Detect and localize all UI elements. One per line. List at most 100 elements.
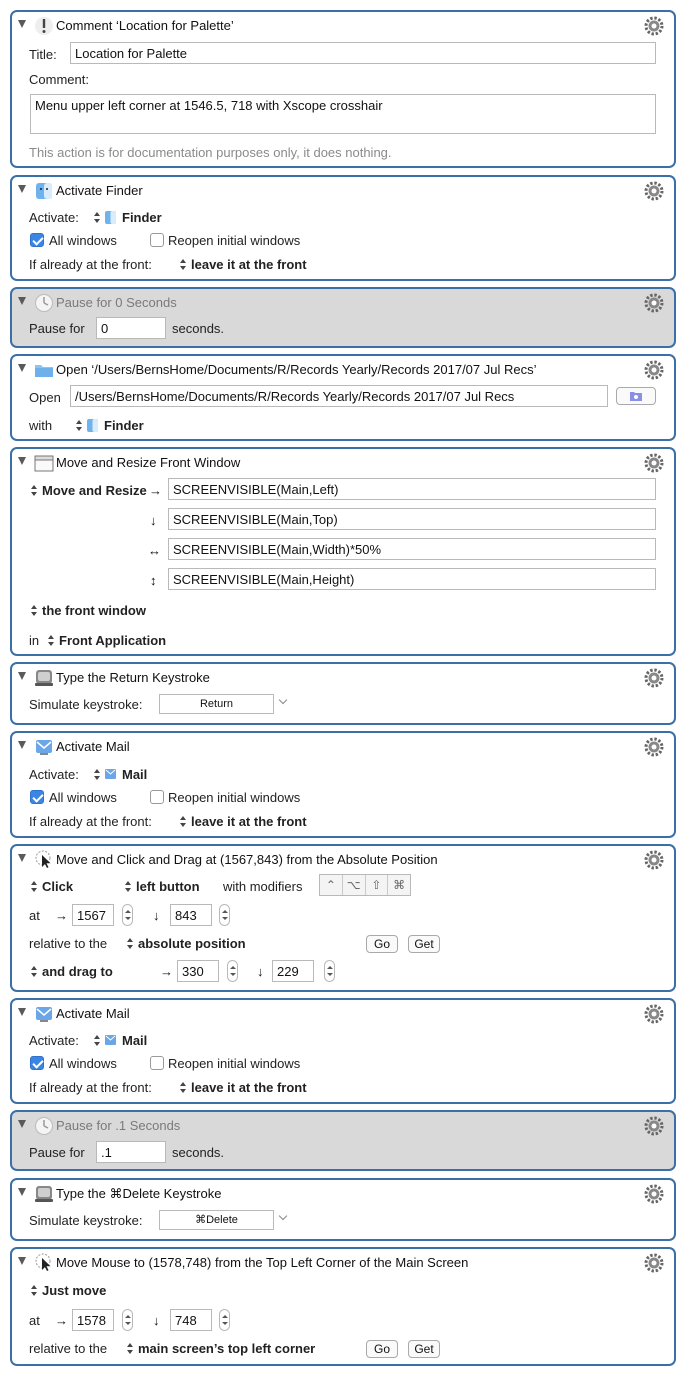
reopen-checkbox[interactable] <box>150 233 164 247</box>
relative-popup[interactable]: absolute position <box>127 936 246 952</box>
gear-icon[interactable] <box>644 1253 664 1273</box>
pause-field[interactable]: .1 <box>96 1141 166 1163</box>
action-click-drag[interactable]: Move and Click and Drag at (1567,843) fr… <box>10 844 676 992</box>
chevron-down-icon[interactable] <box>278 1211 288 1221</box>
top-field[interactable]: SCREENVISIBLE(Main,Top) <box>168 508 656 530</box>
gear-icon[interactable] <box>644 737 664 757</box>
height-field[interactable]: SCREENVISIBLE(Main,Height) <box>168 568 656 590</box>
width-field[interactable]: SCREENVISIBLE(Main,Width)*50% <box>168 538 656 560</box>
drag-x-stepper[interactable] <box>227 960 238 982</box>
comment-label: Comment: <box>29 72 89 87</box>
drag-x-field[interactable]: 330 <box>177 960 219 982</box>
action-activate-finder[interactable]: Activate Finder Activate: Finder All win… <box>10 175 676 281</box>
title-field[interactable]: Location for Palette <box>70 42 656 64</box>
drag-y-stepper[interactable] <box>324 960 335 982</box>
keystroke-field[interactable]: Return <box>159 694 274 714</box>
y-stepper[interactable] <box>219 904 230 926</box>
drag-y-field[interactable]: 229 <box>272 960 314 982</box>
y-field[interactable]: 748 <box>170 1309 212 1331</box>
all-windows-checkbox[interactable] <box>30 1056 44 1070</box>
x-stepper[interactable] <box>122 904 133 926</box>
all-windows-label: All windows <box>49 790 117 805</box>
gear-icon[interactable] <box>644 1004 664 1024</box>
in-popup[interactable]: Front Application <box>48 633 166 649</box>
simulate-label: Simulate keystroke: <box>29 1213 143 1228</box>
x-stepper[interactable] <box>122 1309 133 1331</box>
reopen-checkbox[interactable] <box>150 1056 164 1070</box>
get-button[interactable]: Get <box>408 1340 440 1358</box>
x-field[interactable]: 1567 <box>72 904 114 926</box>
control-modifier[interactable]: ⌃ <box>320 875 343 895</box>
action-pause[interactable]: Pause for 0 Seconds Pause for 0 seconds. <box>10 287 676 348</box>
command-modifier[interactable]: ⌘ <box>388 875 410 895</box>
action-move-resize[interactable]: Move and Resize Front Window Move and Re… <box>10 447 676 656</box>
y-field[interactable]: 843 <box>170 904 212 926</box>
drag-popup[interactable]: and drag to <box>31 964 113 980</box>
target-popup[interactable]: the front window <box>31 603 146 619</box>
relative-popup[interactable]: main screen’s top left corner <box>127 1341 315 1357</box>
gear-icon[interactable] <box>644 360 664 380</box>
disclosure-triangle-icon[interactable] <box>18 1257 26 1265</box>
action-comment[interactable]: Comment ‘Location for Palette’ Title: Lo… <box>10 10 676 168</box>
mouse-click-icon <box>35 850 51 868</box>
disclosure-triangle-icon[interactable] <box>18 457 26 465</box>
app-name: Mail <box>122 767 148 782</box>
modifier-keys[interactable]: ⌃ ⌥ ⇧ ⌘ <box>319 874 411 896</box>
go-button[interactable]: Go <box>366 1340 398 1358</box>
front-value: leave it at the front <box>191 1080 307 1095</box>
seconds-label: seconds. <box>172 321 225 336</box>
disclosure-triangle-icon[interactable] <box>18 1008 26 1016</box>
front-popup[interactable]: leave it at the front <box>180 1080 307 1096</box>
all-windows-checkbox[interactable] <box>30 233 44 247</box>
pause-field[interactable]: 0 <box>96 317 166 339</box>
gear-icon[interactable] <box>644 16 664 36</box>
front-popup[interactable]: leave it at the front <box>180 814 307 830</box>
gear-icon[interactable] <box>644 1116 664 1136</box>
path-field[interactable]: /Users/BernsHome/Documents/R/Records Yea… <box>70 385 608 407</box>
choose-folder-button[interactable] <box>616 387 656 405</box>
action-open[interactable]: Open ‘/Users/BernsHome/Documents/R/Recor… <box>10 354 676 441</box>
action-type-return[interactable]: Type the Return Keystroke Simulate keyst… <box>10 662 676 725</box>
disclosure-triangle-icon[interactable] <box>18 1120 26 1128</box>
get-button[interactable]: Get <box>408 935 440 953</box>
disclosure-triangle-icon[interactable] <box>18 20 26 28</box>
action-activate-mail[interactable]: Activate Mail Activate: Mail All windows… <box>10 731 676 838</box>
mode-popup[interactable]: Move and Resize <box>31 483 147 499</box>
keystroke-field[interactable]: ⌘Delete <box>159 1210 274 1230</box>
gear-icon[interactable] <box>644 850 664 870</box>
go-button[interactable]: Go <box>366 935 398 953</box>
action-move-mouse[interactable]: Move Mouse to (1578,748) from the Top Le… <box>10 1247 676 1366</box>
app-popup[interactable]: Mail <box>94 767 147 783</box>
x-field[interactable]: 1578 <box>72 1309 114 1331</box>
chevron-down-icon[interactable] <box>278 695 288 705</box>
y-stepper[interactable] <box>219 1309 230 1331</box>
shift-modifier[interactable]: ⇧ <box>366 875 389 895</box>
gear-icon[interactable] <box>644 1184 664 1204</box>
app-popup[interactable]: Finder <box>94 210 162 226</box>
disclosure-triangle-icon[interactable] <box>18 185 26 193</box>
gear-icon[interactable] <box>644 181 664 201</box>
action-type-cmd-delete[interactable]: Type the ⌘Delete Keystroke Simulate keys… <box>10 1178 676 1241</box>
mode-popup[interactable]: Just move <box>31 1283 106 1299</box>
gear-icon[interactable] <box>644 668 664 688</box>
front-popup[interactable]: leave it at the front <box>180 257 307 273</box>
reopen-checkbox[interactable] <box>150 790 164 804</box>
gear-icon[interactable] <box>644 453 664 473</box>
action-pause[interactable]: Pause for .1 Seconds Pause for .1 second… <box>10 1110 676 1171</box>
left-field[interactable]: SCREENVISIBLE(Main,Left) <box>168 478 656 500</box>
disclosure-triangle-icon[interactable] <box>18 672 26 680</box>
action-activate-mail[interactable]: Activate Mail Activate: Mail All windows… <box>10 998 676 1104</box>
disclosure-triangle-icon[interactable] <box>18 364 26 372</box>
disclosure-triangle-icon[interactable] <box>18 297 26 305</box>
disclosure-triangle-icon[interactable] <box>18 854 26 862</box>
option-modifier[interactable]: ⌥ <box>343 875 366 895</box>
comment-textarea[interactable]: Menu upper left corner at 1546.5, 718 wi… <box>30 94 656 134</box>
all-windows-checkbox[interactable] <box>30 790 44 804</box>
disclosure-triangle-icon[interactable] <box>18 741 26 749</box>
gear-icon[interactable] <box>644 293 664 313</box>
app-popup[interactable]: Finder <box>76 418 144 434</box>
app-popup[interactable]: Mail <box>94 1033 147 1049</box>
button-popup[interactable]: left button <box>125 879 200 895</box>
disclosure-triangle-icon[interactable] <box>18 1188 26 1196</box>
click-popup[interactable]: Click <box>31 879 73 895</box>
